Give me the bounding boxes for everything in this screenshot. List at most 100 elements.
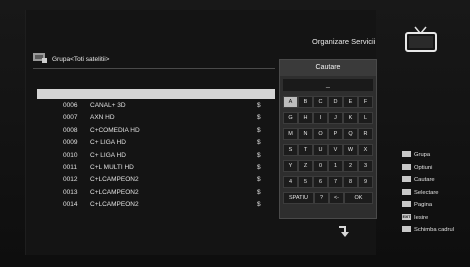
- legend-pagina: Pagina: [402, 201, 432, 210]
- key-a[interactable]: A: [283, 96, 298, 108]
- remote-key-icon: [402, 176, 411, 183]
- key-o[interactable]: O: [313, 128, 328, 140]
- scrambled-flag: $: [257, 201, 261, 209]
- channel-number: 0012: [63, 176, 78, 184]
- tv-icon: [405, 26, 437, 52]
- channel-name: CANAL+ 3D: [90, 102, 126, 109]
- channel-number: 0008: [63, 126, 78, 134]
- key-h[interactable]: H: [298, 112, 313, 124]
- scrambled-flag: $: [257, 139, 261, 147]
- key-n[interactable]: N: [298, 128, 313, 140]
- key-v[interactable]: V: [328, 144, 343, 156]
- key-3[interactable]: 3: [358, 160, 373, 172]
- channel-name: C+LCAMPEON2: [90, 188, 139, 196]
- key-u[interactable]: U: [313, 144, 328, 156]
- key-e[interactable]: E: [343, 96, 358, 108]
- search-input[interactable]: _: [283, 79, 373, 91]
- channel-number: 0007: [63, 114, 78, 122]
- channel-row[interactable]: 0008 C+COMEDIA HD $: [37, 125, 275, 137]
- legend-label: Selectare: [414, 189, 439, 196]
- legend-label: Pagina: [414, 202, 433, 208]
- legend-schimba-cadrul: Schimba cadrul: [402, 226, 454, 235]
- selected-row-highlight[interactable]: [37, 89, 275, 99]
- legend-label: Optiuni: [414, 164, 433, 171]
- channel-row[interactable]: 0007 AXN HD $: [37, 112, 275, 124]
- scrambled-flag: $: [257, 151, 261, 159]
- channel-name: C+ LIGA HD: [90, 139, 126, 147]
- key-7[interactable]: 7: [328, 176, 343, 188]
- page-title: Organizare Servicii: [312, 37, 376, 46]
- channel-number: 0013: [63, 188, 78, 196]
- key-w[interactable]: W: [343, 144, 358, 156]
- scrambled-flag: $: [257, 164, 261, 171]
- legend-selectare: Selectare: [402, 188, 439, 198]
- key-c[interactable]: C: [313, 96, 328, 108]
- key-9[interactable]: 9: [358, 176, 373, 188]
- channel-row[interactable]: 0009 C+ LIGA HD $: [37, 137, 275, 149]
- tv-screen: Grupa<Toti satelitii> Organizare Servici…: [0, 0, 470, 267]
- channel-number: 0010: [63, 151, 78, 159]
- group-label: Grupa<Toti satelitii>: [52, 56, 110, 63]
- channel-name: C+ LIGA HD: [90, 151, 126, 159]
- search-keyboard: Cautare _ ABCDEF GHIJKL MNOPQR STUVWX YZ0123…: [279, 59, 377, 219]
- channel-number: 0006: [63, 102, 78, 109]
- key-4[interactable]: 4: [283, 176, 298, 188]
- channel-row[interactable]: 0011 C+L MULTI HD $: [37, 162, 275, 174]
- channel-number: 0009: [63, 139, 78, 147]
- key-m[interactable]: M: [283, 128, 298, 140]
- channel-number: 0014: [63, 201, 78, 209]
- satellite-dish-icon: [33, 53, 47, 63]
- scrambled-flag: $: [257, 102, 261, 109]
- remote-key-icon: [402, 226, 411, 233]
- legend-label: Iesire: [414, 214, 429, 221]
- key-i[interactable]: I: [313, 112, 328, 124]
- key-0[interactable]: 0: [313, 160, 328, 172]
- key-y[interactable]: Y: [283, 160, 298, 172]
- backspace-key[interactable]: <-: [329, 192, 344, 204]
- channel-name: C+COMEDIA HD: [90, 126, 140, 134]
- key-j[interactable]: J: [328, 112, 343, 124]
- scrambled-flag: $: [257, 126, 261, 134]
- key-q[interactable]: Q: [343, 128, 358, 140]
- legend-label: Schimba cadrul: [414, 227, 454, 233]
- remote-key-icon: [402, 201, 411, 208]
- key-1[interactable]: 1: [328, 160, 343, 172]
- key-2[interactable]: 2: [343, 160, 358, 172]
- key-l[interactable]: L: [358, 112, 373, 124]
- key-b[interactable]: B: [298, 96, 313, 108]
- key-s[interactable]: S: [283, 144, 298, 156]
- channel-name: C+LCAMPEON2: [90, 176, 139, 184]
- question-key[interactable]: ?: [314, 192, 329, 204]
- key-z[interactable]: Z: [298, 160, 313, 172]
- channel-name: C+LCAMPEON2: [90, 201, 139, 209]
- key-t[interactable]: T: [298, 144, 313, 156]
- channel-row[interactable]: 0010 C+ LIGA HD $: [37, 150, 275, 162]
- channel-row[interactable]: 0013 C+LCAMPEON2 $: [37, 187, 275, 199]
- key-g[interactable]: G: [283, 112, 298, 124]
- legend-grupa: Grupa: [402, 151, 430, 160]
- channel-row[interactable]: 0014 C+LCAMPEON2 $: [37, 199, 275, 211]
- key-k[interactable]: K: [343, 112, 358, 124]
- channel-row[interactable]: 0012 C+LCAMPEON2 $: [37, 174, 275, 186]
- legend-optiuni: Optiuni: [402, 163, 433, 173]
- header-divider: [33, 68, 275, 69]
- scrambled-flag: $: [257, 114, 261, 122]
- channel-name: AXN HD: [90, 114, 115, 122]
- remote-key-icon: EXIT: [402, 213, 411, 220]
- channel-number: 0011: [63, 164, 77, 171]
- key-f[interactable]: F: [358, 96, 373, 108]
- key-8[interactable]: 8: [343, 176, 358, 188]
- ok-key[interactable]: OK: [344, 192, 373, 204]
- scrambled-flag: $: [257, 188, 261, 196]
- key-6[interactable]: 6: [313, 176, 328, 188]
- key-p[interactable]: P: [328, 128, 343, 140]
- remote-key-icon: [402, 163, 411, 170]
- key-d[interactable]: D: [328, 96, 343, 108]
- key-x[interactable]: X: [358, 144, 373, 156]
- channel-row[interactable]: 0006 CANAL+ 3D $: [37, 100, 275, 112]
- key-r[interactable]: R: [358, 128, 373, 140]
- legend-iesire: EXIT Iesire: [402, 213, 429, 223]
- space-key[interactable]: SPATIU: [283, 192, 314, 204]
- remote-key-icon: [402, 188, 411, 195]
- key-5[interactable]: 5: [298, 176, 313, 188]
